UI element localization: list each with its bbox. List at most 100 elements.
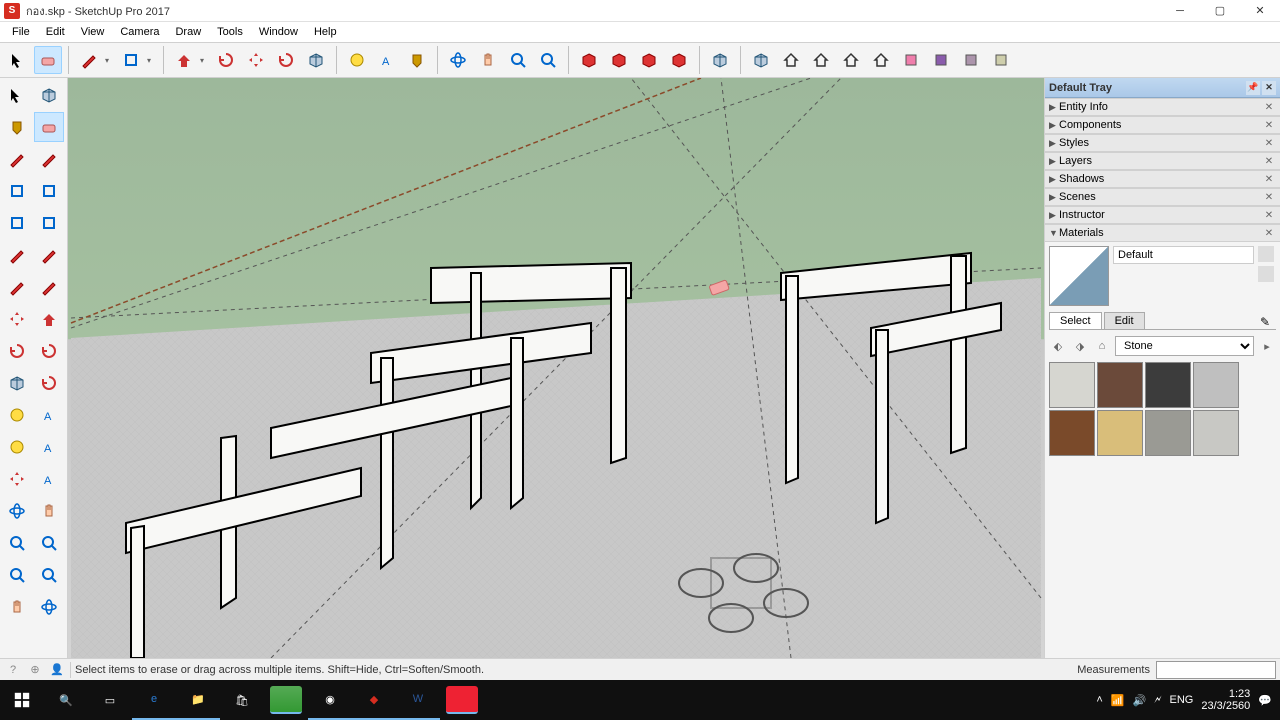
left-button[interactable]	[987, 46, 1015, 74]
panel-scenes[interactable]: ▶Scenes✕	[1045, 188, 1280, 206]
tray-header[interactable]: Default Tray 📌 ✕	[1045, 78, 1280, 98]
material-name-input[interactable]	[1113, 246, 1254, 264]
sample-paint-button[interactable]: ✎	[1260, 315, 1276, 329]
extension-warehouse-button[interactable]	[534, 46, 562, 74]
taskbar-app-red[interactable]	[446, 686, 478, 714]
panel-close-button[interactable]: ✕	[1262, 190, 1276, 204]
rotated-rect-tool[interactable]	[34, 176, 64, 206]
panel-shadows[interactable]: ▶Shadows✕	[1045, 170, 1280, 188]
tray-close-button[interactable]: ✕	[1262, 81, 1276, 95]
panel-close-button[interactable]: ✕	[1262, 226, 1276, 240]
geolocation-icon[interactable]: ⊕	[26, 661, 44, 679]
panel-layers[interactable]: ▶Layers✕	[1045, 152, 1280, 170]
menu-draw[interactable]: Draw	[167, 24, 209, 40]
move-button[interactable]	[242, 46, 270, 74]
tab-edit[interactable]: Edit	[1104, 312, 1145, 329]
material-swatch-6[interactable]	[1145, 410, 1191, 456]
panel-close-button[interactable]: ✕	[1262, 172, 1276, 186]
pie-tool[interactable]	[34, 272, 64, 302]
zoom-button[interactable]	[635, 46, 663, 74]
credits-icon[interactable]: 👤	[48, 661, 66, 679]
library-menu-button[interactable]: ▸	[1258, 337, 1276, 355]
tray-pin-button[interactable]: 📌	[1246, 81, 1260, 95]
zoom-extents-button[interactable]	[665, 46, 693, 74]
eraser-button[interactable]	[34, 46, 62, 74]
material-swatch-2[interactable]	[1145, 362, 1191, 408]
preview-ge-button[interactable]	[777, 46, 805, 74]
zoom-window-tool[interactable]	[34, 528, 64, 558]
shapes-button[interactable]	[117, 46, 145, 74]
text-button[interactable]	[403, 46, 431, 74]
panel-materials[interactable]: ▼Materials✕	[1045, 224, 1280, 242]
menu-view[interactable]: View	[73, 24, 113, 40]
freehand-tool[interactable]	[34, 144, 64, 174]
zoom-extents-tool[interactable]	[2, 560, 32, 590]
line-button[interactable]	[75, 46, 103, 74]
menu-edit[interactable]: Edit	[38, 24, 73, 40]
move-tool[interactable]	[2, 304, 32, 334]
2pt-arc-tool[interactable]	[34, 240, 64, 270]
taskbar-app-sketchup[interactable]: ◆	[352, 680, 396, 720]
line-dropdown[interactable]: ▾	[105, 56, 115, 65]
paint-tool[interactable]	[2, 112, 32, 142]
toggle-terrain-button[interactable]	[747, 46, 775, 74]
rectangle-tool[interactable]	[2, 176, 32, 206]
look-around-tool[interactable]	[34, 592, 64, 622]
taskbar-app-explorer[interactable]: 📁	[176, 680, 220, 720]
panel-components[interactable]: ▶Components✕	[1045, 116, 1280, 134]
menu-window[interactable]: Window	[251, 24, 306, 40]
arc-tool[interactable]	[2, 240, 32, 270]
followme-button[interactable]	[343, 46, 371, 74]
taskbar-clock[interactable]: 1:23 23/3/2560	[1201, 688, 1250, 712]
set-default-button[interactable]	[1258, 266, 1274, 282]
orbit-tool[interactable]	[2, 496, 32, 526]
polygon-tool[interactable]	[34, 208, 64, 238]
taskbar-app-green[interactable]	[270, 686, 302, 714]
panel-instructor[interactable]: ▶Instructor✕	[1045, 206, 1280, 224]
panel-close-button[interactable]: ✕	[1262, 100, 1276, 114]
pan-button[interactable]	[605, 46, 633, 74]
3dwarehouse-get-button[interactable]	[504, 46, 532, 74]
followme-tool[interactable]	[34, 336, 64, 366]
taskbar-app-chrome[interactable]: ◉	[308, 680, 352, 720]
offset-tool[interactable]	[34, 368, 64, 398]
axes-tool[interactable]	[2, 464, 32, 494]
measurements-input[interactable]	[1156, 661, 1276, 679]
3d-text-tool[interactable]: A	[34, 464, 64, 494]
zoom-tool[interactable]	[2, 528, 32, 558]
shapes-dropdown[interactable]: ▾	[147, 56, 157, 65]
paint-button[interactable]	[444, 46, 472, 74]
scale-button[interactable]	[302, 46, 330, 74]
panel-close-button[interactable]: ✕	[1262, 136, 1276, 150]
orbit-button[interactable]	[575, 46, 603, 74]
tray-network-icon[interactable]: 📶	[1111, 694, 1125, 707]
top-button[interactable]	[867, 46, 895, 74]
offset-button[interactable]	[212, 46, 240, 74]
rotate-tool[interactable]	[2, 336, 32, 366]
tray-language[interactable]: ENG	[1170, 694, 1194, 706]
material-swatch-5[interactable]	[1097, 410, 1143, 456]
nav-back-button[interactable]: ⬖	[1049, 337, 1067, 355]
tape-tool[interactable]	[2, 400, 32, 430]
line-tool[interactable]	[2, 144, 32, 174]
action-center-icon[interactable]: 💬	[1258, 694, 1272, 707]
pan-tool[interactable]	[34, 496, 64, 526]
panel-entity-info[interactable]: ▶Entity Info✕	[1045, 98, 1280, 116]
photo-match-button[interactable]	[807, 46, 835, 74]
tray-chevron-icon[interactable]: ˄	[1096, 694, 1102, 706]
nav-home-button[interactable]: ⌂	[1093, 337, 1111, 355]
help-icon[interactable]: ?	[4, 661, 22, 679]
circle-tool[interactable]	[2, 208, 32, 238]
panel-styles[interactable]: ▶Styles✕	[1045, 134, 1280, 152]
search-button[interactable]: 🔍	[44, 680, 88, 720]
menu-file[interactable]: File	[4, 24, 38, 40]
material-swatch-3[interactable]	[1193, 362, 1239, 408]
menu-tools[interactable]: Tools	[209, 24, 251, 40]
material-swatch-7[interactable]	[1193, 410, 1239, 456]
previous-tool[interactable]	[34, 560, 64, 590]
protractor-tool[interactable]	[2, 432, 32, 462]
dimension-tool[interactable]: A	[34, 400, 64, 430]
menu-camera[interactable]: Camera	[112, 24, 167, 40]
make-component-tool[interactable]	[34, 80, 64, 110]
back-button[interactable]	[957, 46, 985, 74]
